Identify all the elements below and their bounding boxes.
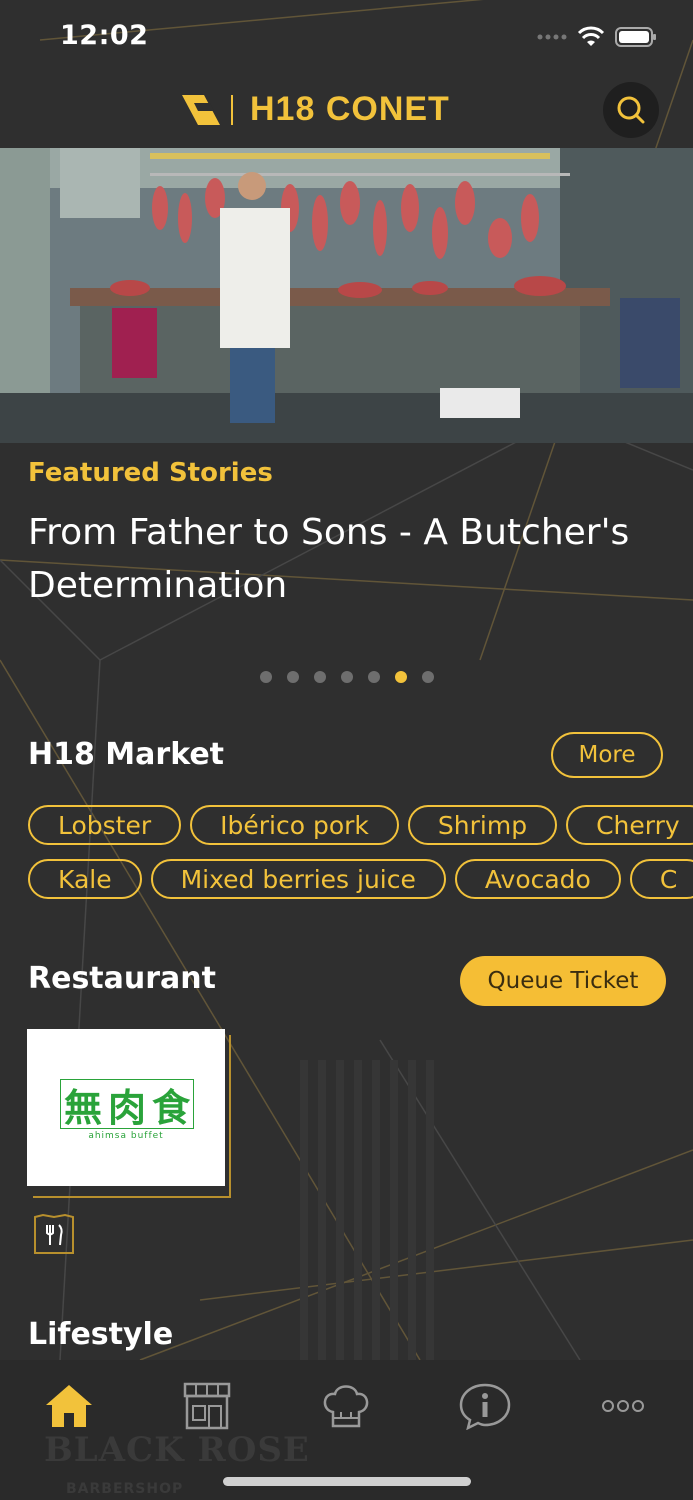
restaurant-section-title: Restaurant — [28, 961, 216, 996]
store-icon — [183, 1382, 231, 1430]
market-chip-row-1: Lobster Ibérico pork Shrimp Cherry — [28, 805, 693, 845]
carousel-dot[interactable] — [314, 671, 326, 683]
market-chip[interactable]: Ibérico pork — [190, 805, 399, 845]
status-time: 12:02 — [60, 20, 149, 51]
nav-restaurant[interactable] — [316, 1378, 376, 1434]
carousel-dot[interactable] — [260, 671, 272, 683]
lifestyle-watermark-logo: BLACK ROSE — [44, 1430, 310, 1470]
market-chip[interactable]: Shrimp — [407, 805, 558, 845]
restaurant-logo-char: 肉 — [107, 1084, 146, 1130]
status-icons — [537, 26, 657, 48]
carousel-dot[interactable] — [341, 671, 353, 683]
market-chip[interactable]: Cherry — [566, 805, 693, 845]
market-chip[interactable]: Lobster — [28, 805, 182, 845]
featured-stories-label: Featured Stories — [28, 458, 273, 488]
carousel-dot[interactable] — [368, 671, 380, 683]
app-logo: H18 CONET — [180, 90, 450, 129]
lifestyle-watermark-sub: BARBERSHOP — [66, 1481, 184, 1497]
market-section-title: H18 Market — [28, 737, 225, 772]
carousel-dot[interactable] — [287, 671, 299, 683]
restaurant-logo: 無 肉 食 — [60, 1079, 194, 1130]
more-icon — [602, 1400, 644, 1412]
carousel-dot-active[interactable] — [395, 671, 407, 683]
search-button[interactable] — [603, 82, 659, 138]
wifi-icon — [577, 26, 605, 46]
nav-info[interactable] — [455, 1378, 515, 1434]
market-chip[interactable]: Avocado — [454, 859, 621, 899]
home-indicator[interactable] — [223, 1477, 471, 1486]
signal-icon — [537, 34, 567, 40]
logo-text: H18 CONET — [250, 90, 450, 128]
restaurant-card[interactable]: 無 肉 食 ahimsa buffet — [27, 1029, 225, 1186]
search-icon — [617, 96, 645, 124]
market-chip-row-2: Kale Mixed berries juice Avocado C — [28, 859, 693, 899]
market-chip[interactable]: Mixed berries juice — [150, 859, 446, 899]
market-chip[interactable]: Kale — [28, 859, 142, 899]
restaurant-logo-char: 食 — [151, 1084, 190, 1130]
status-bar: 12:02 — [0, 0, 693, 76]
lifestyle-section-title: Lifestyle — [28, 1317, 174, 1352]
app-header: H18 CONET — [0, 76, 693, 148]
chef-hat-icon — [323, 1385, 369, 1428]
nav-more[interactable] — [593, 1378, 653, 1434]
butcher-shop-image — [0, 148, 693, 443]
info-icon — [459, 1383, 511, 1430]
queue-ticket-button[interactable]: Queue Ticket — [460, 956, 666, 1006]
carousel-dot[interactable] — [422, 671, 434, 683]
battery-icon — [615, 27, 656, 47]
market-chip[interactable]: C — [629, 859, 693, 899]
restaurant-logo-subtitle: ahimsa buffet — [88, 1131, 164, 1141]
nav-home[interactable] — [39, 1378, 99, 1434]
featured-story-title[interactable]: From Father to Sons - A Butcher's Determ… — [28, 506, 658, 612]
nav-market[interactable] — [177, 1378, 237, 1434]
featured-story-image[interactable] — [0, 148, 693, 443]
logo-mark-icon — [182, 94, 233, 125]
menu-icon — [34, 1213, 74, 1254]
carousel-indicator[interactable] — [260, 671, 434, 683]
restaurant-logo-char: 無 — [63, 1084, 102, 1130]
home-icon — [46, 1385, 92, 1427]
market-more-button[interactable]: More — [551, 732, 663, 778]
